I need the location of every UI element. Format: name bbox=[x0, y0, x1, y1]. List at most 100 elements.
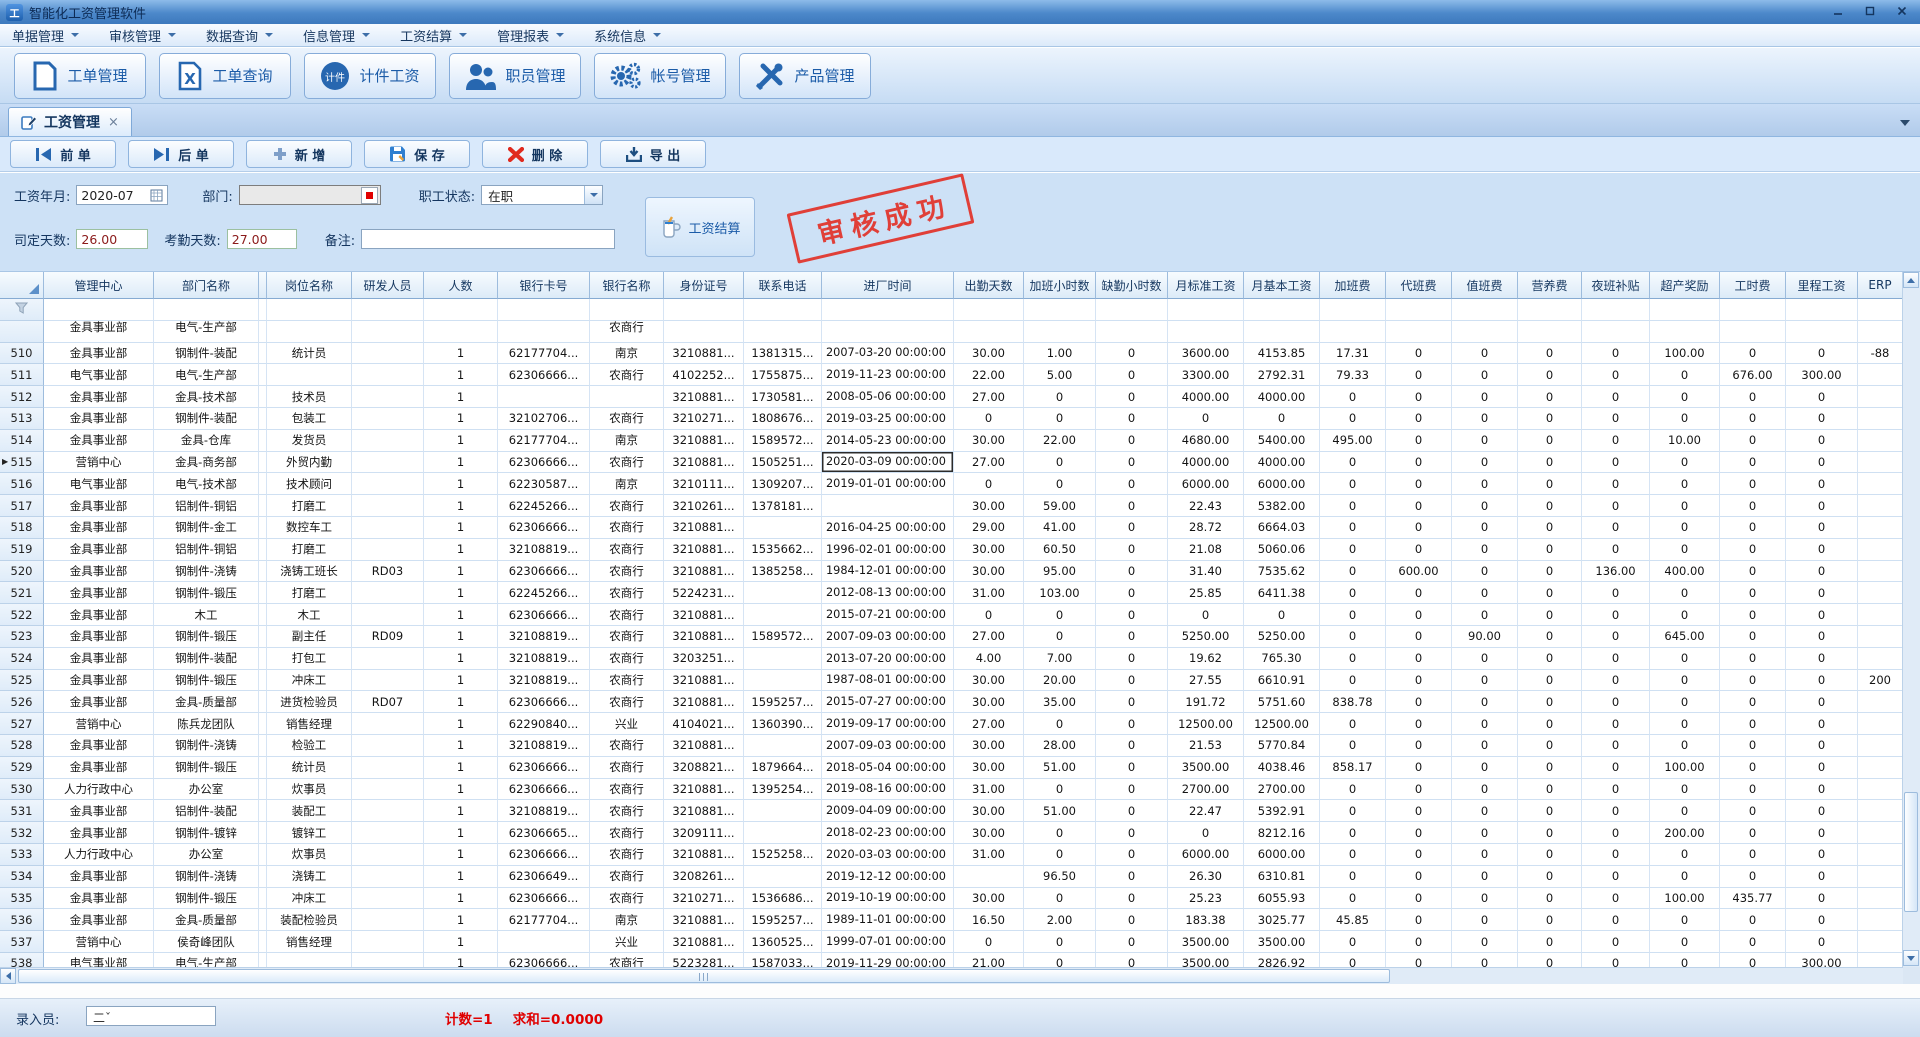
table-cell[interactable]: 人力行政中心 bbox=[44, 844, 154, 866]
filter-cell[interactable] bbox=[424, 299, 498, 321]
table-cell[interactable]: 1 bbox=[424, 604, 498, 626]
table-cell[interactable]: 1587033... bbox=[744, 953, 822, 967]
row-number-cell[interactable]: 516 bbox=[0, 473, 44, 495]
table-cell[interactable]: 1 bbox=[424, 735, 498, 757]
table-cell[interactable]: 0 bbox=[1452, 452, 1518, 474]
table-cell[interactable]: 金具事业部 bbox=[44, 561, 154, 583]
table-cell[interactable]: 0 bbox=[1518, 670, 1582, 692]
table-cell[interactable]: 6610.91 bbox=[1244, 670, 1320, 692]
table-cell[interactable]: 0 bbox=[1320, 495, 1386, 517]
table-cell[interactable]: 1378181... bbox=[744, 495, 822, 517]
minimize-button[interactable] bbox=[1824, 2, 1852, 20]
table-cell[interactable] bbox=[352, 430, 424, 452]
table-cell[interactable] bbox=[1858, 844, 1903, 866]
table-cell[interactable]: 0 bbox=[1582, 909, 1650, 931]
fixed-days-input[interactable]: 26.00 bbox=[76, 229, 148, 249]
table-cell[interactable]: 钢制件-锻压 bbox=[154, 582, 259, 604]
table-cell[interactable]: 0 bbox=[1096, 735, 1168, 757]
column-header[interactable]: 加班费 bbox=[1320, 272, 1386, 299]
table-cell[interactable]: 0 bbox=[1096, 691, 1168, 713]
table-cell[interactable]: 0 bbox=[1720, 648, 1786, 670]
table-cell[interactable]: 农商行 bbox=[590, 321, 664, 343]
table-cell[interactable]: 435.77 bbox=[1720, 888, 1786, 910]
table-cell[interactable]: 0 bbox=[1786, 430, 1858, 452]
table-cell[interactable]: 1 bbox=[424, 517, 498, 539]
table-cell[interactable]: 2012-08-13 00:00:00 bbox=[822, 582, 954, 604]
table-cell[interactable]: 0 bbox=[1650, 909, 1720, 931]
table-cell[interactable]: 农商行 bbox=[590, 604, 664, 626]
table-cell[interactable]: 0 bbox=[1096, 343, 1168, 365]
table-cell[interactable]: 0 bbox=[1096, 909, 1168, 931]
table-cell[interactable]: 0 bbox=[1096, 800, 1168, 822]
table-cell[interactable]: 3210111... bbox=[664, 473, 744, 495]
table-cell[interactable]: 南京 bbox=[590, 909, 664, 931]
table-cell[interactable]: 0 bbox=[1650, 604, 1720, 626]
table-cell[interactable]: 金具-质量部 bbox=[154, 691, 259, 713]
filter-cell[interactable] bbox=[267, 299, 352, 321]
table-cell[interactable]: 0 bbox=[1518, 888, 1582, 910]
table-cell[interactable]: 3208821... bbox=[664, 757, 744, 779]
table-cell[interactable]: 0 bbox=[1024, 473, 1096, 495]
table-cell[interactable]: 0 bbox=[1720, 517, 1786, 539]
table-cell[interactable]: 62306666... bbox=[498, 953, 590, 967]
row-number-cell[interactable]: 531 bbox=[0, 800, 44, 822]
table-cell[interactable]: 0 bbox=[1720, 473, 1786, 495]
table-cell[interactable]: 0 bbox=[1320, 670, 1386, 692]
table-cell[interactable]: 0 bbox=[1320, 713, 1386, 735]
table-cell[interactable]: 1.00 bbox=[1024, 343, 1096, 365]
table-cell[interactable]: 5.00 bbox=[1024, 364, 1096, 386]
table-cell[interactable]: 22.00 bbox=[1024, 430, 1096, 452]
table-cell[interactable]: 3210881... bbox=[664, 430, 744, 452]
table-cell[interactable]: 30.00 bbox=[954, 735, 1024, 757]
table-cell[interactable]: 3210881... bbox=[664, 561, 744, 583]
table-cell[interactable]: 0 bbox=[1518, 517, 1582, 539]
table-cell[interactable] bbox=[352, 517, 424, 539]
table-cell[interactable]: 3210881... bbox=[664, 604, 744, 626]
table-cell[interactable]: 3210881... bbox=[664, 452, 744, 474]
table-cell[interactable]: 2007-09-03 00:00:00 bbox=[822, 626, 954, 648]
close-icon[interactable]: × bbox=[108, 115, 119, 130]
table-cell[interactable]: 19.62 bbox=[1168, 648, 1244, 670]
table-cell[interactable] bbox=[267, 953, 352, 967]
table-cell[interactable]: 22.47 bbox=[1168, 800, 1244, 822]
table-cell[interactable]: 2019-09-17 00:00:00 bbox=[822, 713, 954, 735]
table-cell[interactable] bbox=[1024, 321, 1096, 343]
table-cell[interactable]: 0 bbox=[1518, 582, 1582, 604]
filter-cell[interactable] bbox=[1024, 299, 1096, 321]
table-cell[interactable]: 农商行 bbox=[590, 495, 664, 517]
table-cell[interactable]: 0 bbox=[1650, 364, 1720, 386]
table-cell[interactable]: 1360390... bbox=[744, 713, 822, 735]
table-cell[interactable]: 2013-07-20 00:00:00 bbox=[822, 648, 954, 670]
table-cell[interactable]: 0 bbox=[1582, 539, 1650, 561]
table-cell[interactable]: 金具-质量部 bbox=[154, 909, 259, 931]
table-cell[interactable]: 0 bbox=[1320, 626, 1386, 648]
table-cell[interactable]: 0 bbox=[1786, 473, 1858, 495]
table-cell[interactable]: 0 bbox=[1096, 866, 1168, 888]
table-cell[interactable]: 3210881... bbox=[664, 931, 744, 953]
row-number-cell[interactable]: 512 bbox=[0, 386, 44, 408]
row-number-cell[interactable]: 533 bbox=[0, 844, 44, 866]
table-cell[interactable]: 钢制件-锻压 bbox=[154, 626, 259, 648]
table-cell[interactable]: 金具事业部 bbox=[44, 495, 154, 517]
table-cell[interactable]: 0 bbox=[1320, 408, 1386, 430]
table-cell[interactable]: 0 bbox=[1320, 735, 1386, 757]
table-cell[interactable]: 金具事业部 bbox=[44, 430, 154, 452]
table-cell[interactable]: 62177704... bbox=[498, 430, 590, 452]
table-cell[interactable]: 0 bbox=[1582, 604, 1650, 626]
table-cell[interactable] bbox=[259, 779, 267, 801]
table-cell[interactable]: 2007-09-03 00:00:00 bbox=[822, 735, 954, 757]
table-cell[interactable]: 检验工 bbox=[267, 735, 352, 757]
table-cell[interactable]: 1381315... bbox=[744, 343, 822, 365]
table-cell[interactable]: 6310.81 bbox=[1244, 866, 1320, 888]
table-cell[interactable]: 3500.00 bbox=[1168, 931, 1244, 953]
previous-record-button[interactable]: 前 单 bbox=[10, 140, 116, 168]
table-cell[interactable]: 4000.00 bbox=[1244, 386, 1320, 408]
table-cell[interactable]: 0 bbox=[1518, 561, 1582, 583]
table-cell[interactable]: 62306666... bbox=[498, 364, 590, 386]
filter-cell[interactable] bbox=[1320, 299, 1386, 321]
table-cell[interactable]: 3210881... bbox=[664, 539, 744, 561]
table-cell[interactable] bbox=[259, 495, 267, 517]
column-header[interactable]: 缺勤小时数 bbox=[1096, 272, 1168, 299]
column-header[interactable]: 夜班补贴 bbox=[1582, 272, 1650, 299]
table-cell[interactable]: 农商行 bbox=[590, 691, 664, 713]
